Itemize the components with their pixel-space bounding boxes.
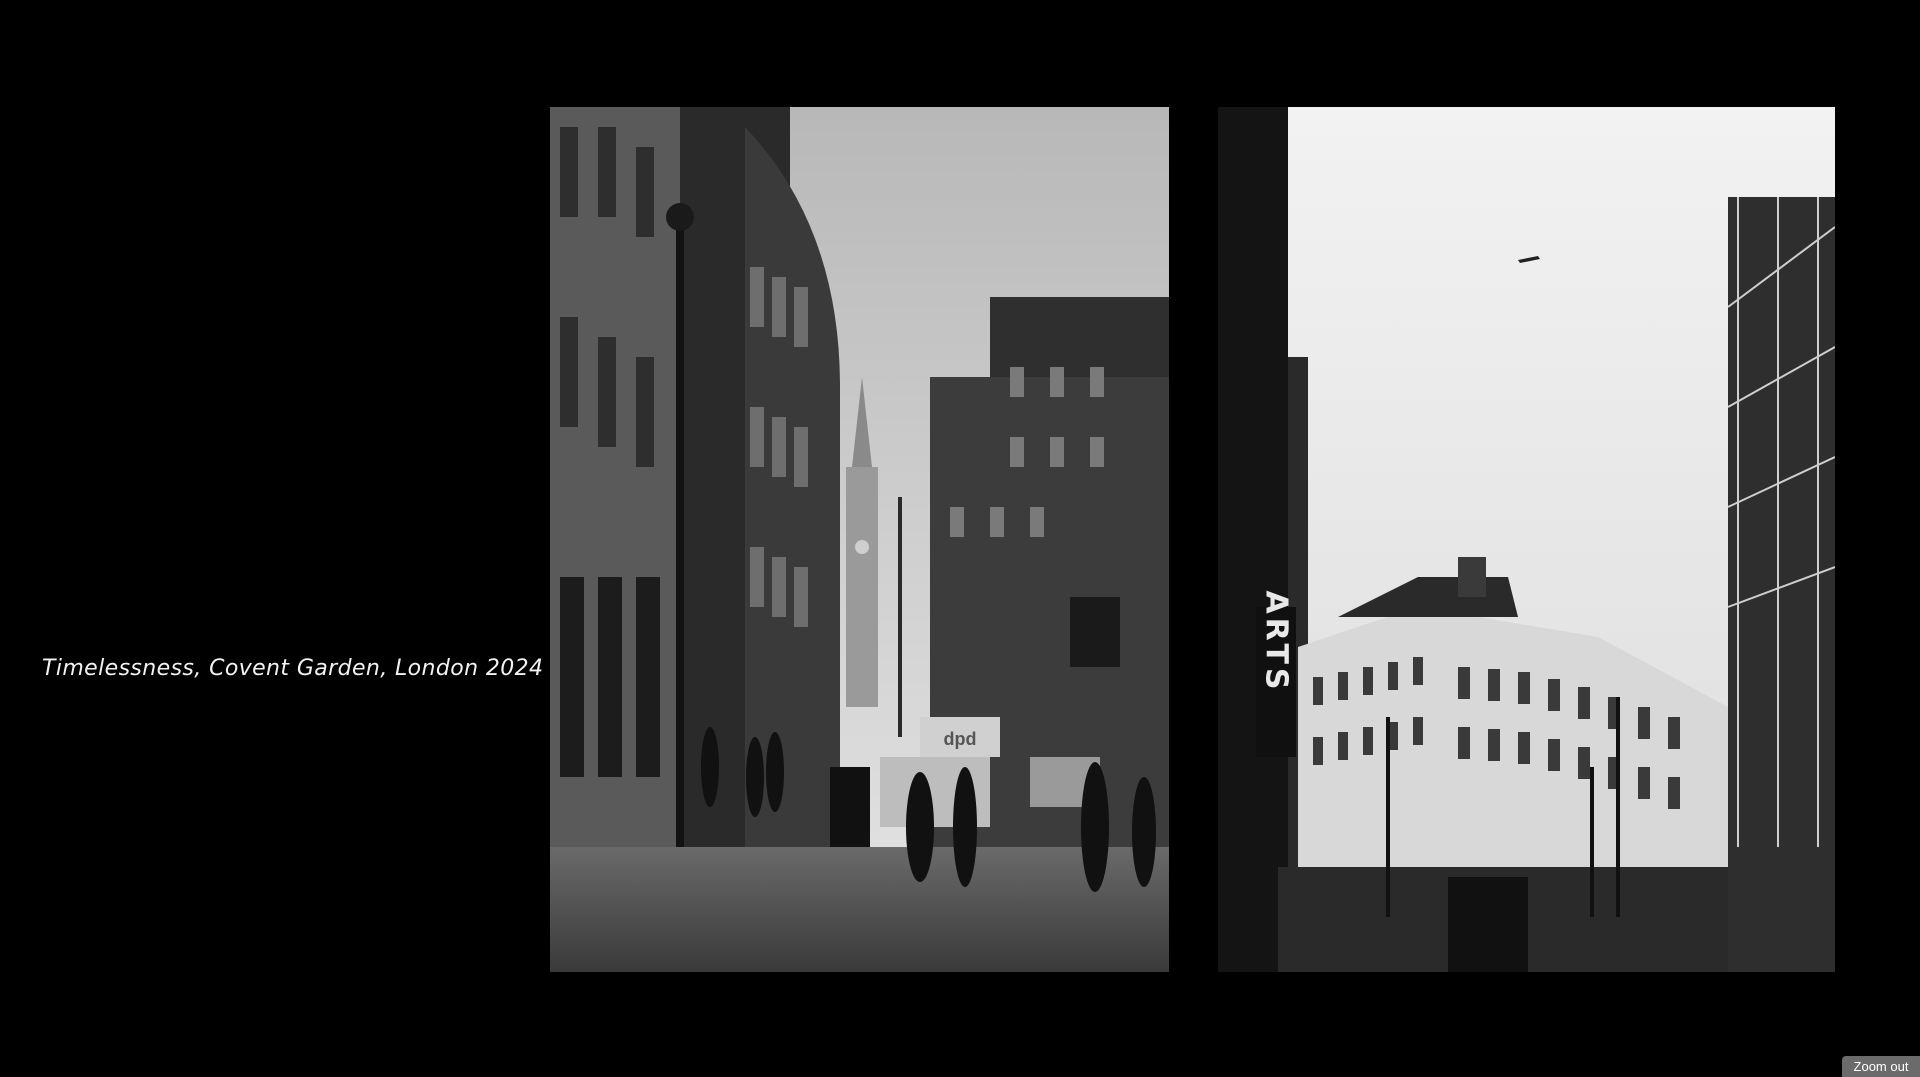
photo-caption: Timelessness, Covent Garden, London 2024 (42, 656, 544, 681)
zoom-out-button[interactable]: Zoom out (1842, 1056, 1920, 1077)
arts-building-image: ARTS (1218, 107, 1835, 972)
dpd-sign: dpd (944, 729, 977, 749)
street-corner-image: dpd (550, 107, 1169, 972)
arts-sign: ARTS (1259, 590, 1294, 693)
photo-arts-building[interactable]: ARTS (1218, 107, 1835, 972)
gallery-slide: Timelessness, Covent Garden, London 2024 (0, 0, 1920, 1077)
photo-street-corner[interactable]: dpd (550, 107, 1169, 972)
